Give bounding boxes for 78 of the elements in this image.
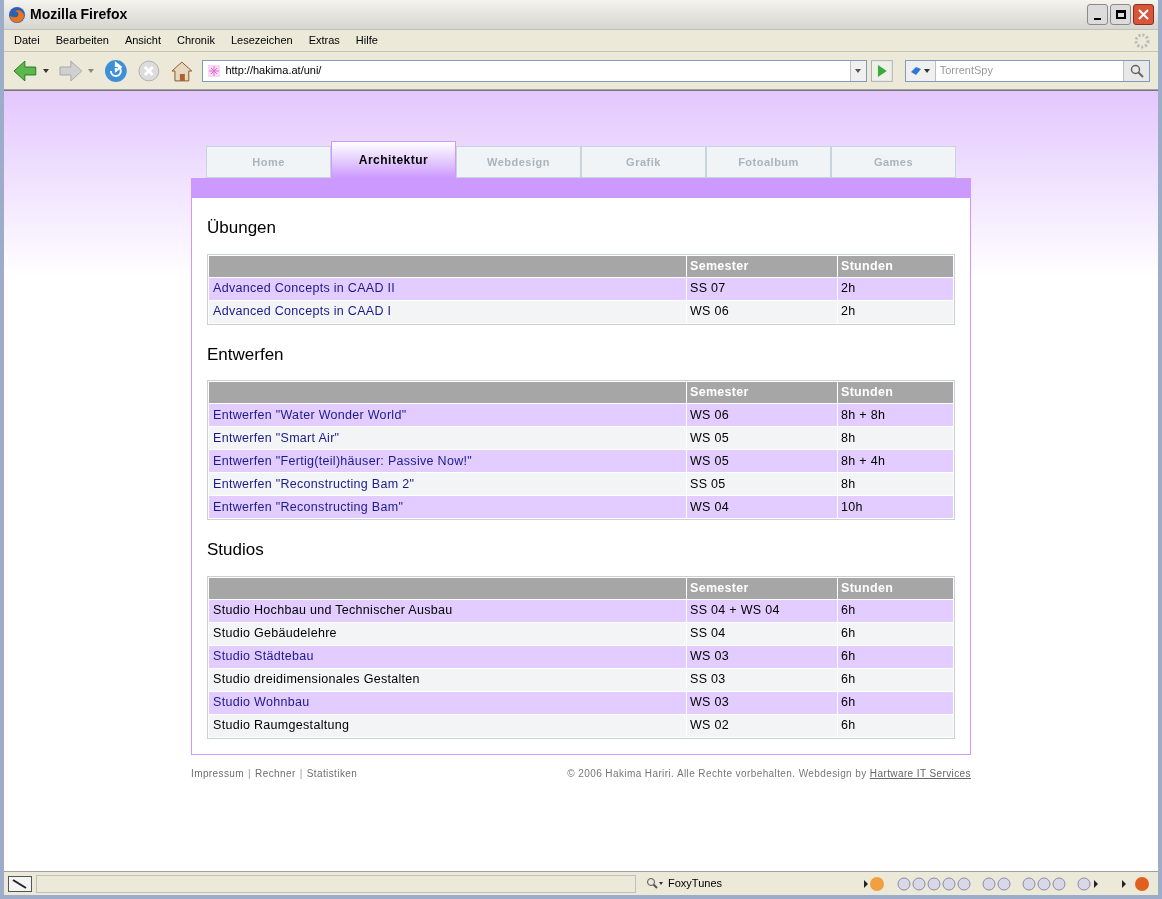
menu-item[interactable]: Extras [308, 32, 340, 49]
nav-tab[interactable]: Architektur [331, 141, 456, 178]
column-header: Semester [687, 382, 837, 403]
address-input: http://hakima.at/uni/ [225, 62, 850, 79]
menu-item[interactable]: Bearbeiten [55, 32, 109, 49]
course-name: Studio Raumgestaltung [213, 718, 350, 733]
semester-cell: WS 06 [687, 300, 837, 323]
course-link[interactable]: Studio Wohnbau [213, 695, 310, 710]
search-engine-icon[interactable] [905, 60, 936, 81]
semester-cell: WS 02 [687, 714, 837, 737]
section-heading: Entwerfen [207, 343, 285, 366]
address-field[interactable]: http://hakima.at/uni/ [202, 59, 867, 82]
search-field[interactable]: TorrentSpy [904, 59, 1150, 82]
column-header: Stunden [838, 382, 953, 403]
throbber-icon [1134, 32, 1150, 49]
separator-text: | [248, 766, 252, 781]
footer-link[interactable]: Statistiken [306, 765, 358, 781]
menu-item[interactable]: Datei [14, 32, 40, 49]
hours-cell: 8h + 8h [838, 404, 953, 426]
credit-link[interactable]: Hartware IT Services [869, 767, 971, 779]
course-name: Studio Gebäudelehre [213, 626, 337, 641]
semester-cell: SS 04 + WS 04 [687, 599, 837, 622]
column-header: Semester [687, 577, 837, 599]
semester-cell: WS 05 [687, 427, 837, 449]
footer-link[interactable]: Impressum [191, 765, 245, 781]
menu-item[interactable]: Lesezeichen [230, 32, 293, 49]
hours-cell: 6h [838, 622, 953, 645]
hours-cell: 8h [838, 473, 953, 495]
hours-cell: 2h [838, 277, 953, 300]
course-link[interactable]: Entwerfen "Smart Air" [213, 430, 340, 445]
hours-cell: 8h + 4h [838, 450, 953, 472]
search-icon[interactable] [646, 876, 664, 891]
maximize-button[interactable] [1110, 4, 1131, 25]
column-header: Stunden [838, 577, 953, 599]
semester-cell: SS 05 [687, 473, 837, 495]
hours-cell: 6h [838, 691, 953, 714]
search-icon[interactable] [1123, 60, 1149, 81]
semester-cell: SS 07 [687, 277, 837, 300]
hours-cell: 6h [838, 668, 953, 691]
semester-cell: WS 06 [687, 404, 837, 426]
reload-icon[interactable] [103, 57, 129, 84]
dropdown-caret-icon[interactable] [41, 67, 50, 74]
course-link[interactable]: Studio Städtebau [213, 649, 314, 664]
column-header: Semester [687, 255, 837, 277]
semester-cell: SS 03 [687, 668, 837, 691]
pen-icon[interactable] [8, 875, 32, 892]
footer-link[interactable]: Rechner [255, 765, 296, 781]
semester-cell: WS 04 [687, 496, 837, 518]
search-input[interactable]: TorrentSpy [935, 62, 1123, 79]
close-icon[interactable] [1138, 9, 1149, 20]
menu-item[interactable]: Chronik [177, 32, 215, 49]
course-name: Studio dreidimensionales Gestalten [213, 672, 420, 687]
dropdown-caret-icon[interactable] [850, 60, 866, 81]
stop-icon[interactable] [136, 58, 161, 83]
hours-cell: 10h [838, 496, 953, 518]
hours-cell: 2h [838, 300, 953, 323]
semester-cell: SS 04 [687, 622, 837, 645]
semester-cell: WS 03 [687, 645, 837, 668]
hours-cell: 6h [838, 645, 953, 668]
section-heading: Übungen [207, 217, 277, 239]
column-header: Stunden [838, 255, 953, 277]
foxytunes-label[interactable]: FoxyTunes [668, 875, 722, 892]
menu-item[interactable]: Hilfe [355, 32, 378, 49]
hours-cell: 8h [838, 427, 953, 449]
separator-text: | [299, 766, 303, 781]
hours-cell: 6h [838, 599, 953, 622]
semester-cell: WS 05 [687, 450, 837, 472]
firefox-logo-icon [8, 5, 26, 24]
section-heading: Studios [207, 539, 265, 561]
window-title: Mozilla Firefox [30, 5, 128, 24]
menu-item[interactable]: Ansicht [124, 32, 161, 49]
minimize-button[interactable] [1087, 4, 1108, 25]
semester-cell: WS 03 [687, 691, 837, 714]
copyright-text: © 2006 Hakima Hariri. Alle Rechte vorbehalten. Webdesign by Hartware IT Services [567, 766, 971, 781]
course-name: Studio Hochbau und Technischer Ausbau [213, 603, 453, 618]
hours-cell: 6h [838, 714, 953, 737]
site-favicon-icon [207, 63, 222, 78]
close-button[interactable] [1133, 4, 1154, 25]
